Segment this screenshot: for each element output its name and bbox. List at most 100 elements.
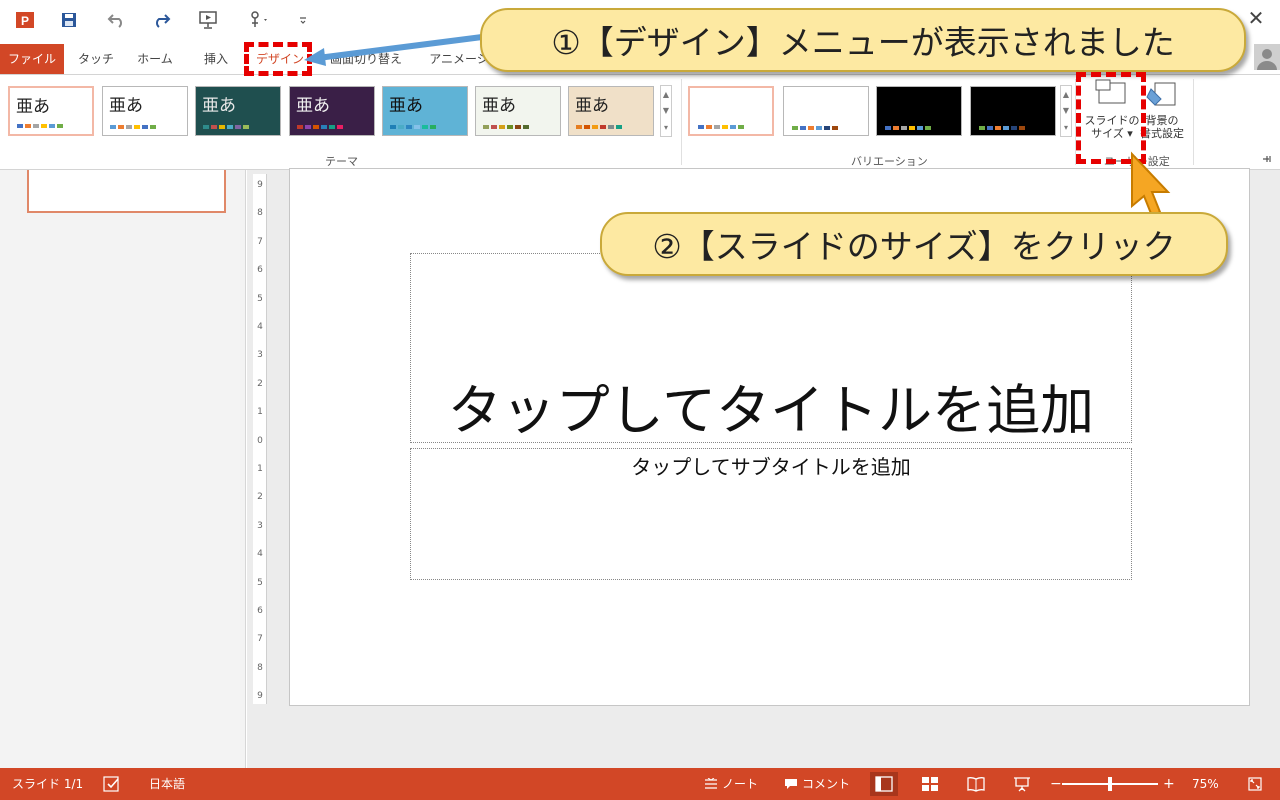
zoom-level[interactable]: 75%	[1192, 768, 1219, 800]
reading-view-button[interactable]	[962, 772, 990, 796]
variation-color-swatches	[792, 126, 838, 130]
variation-thumbnail[interactable]	[783, 86, 869, 136]
notes-icon	[705, 778, 717, 789]
theme-color-swatches	[17, 124, 63, 128]
theme-sample-text: 亜あ	[482, 96, 516, 116]
ruler-number: 7	[257, 236, 263, 247]
variation-color-swatches	[979, 126, 1025, 130]
variation-color-swatches	[698, 125, 744, 129]
theme-sample-text: 亜あ	[202, 96, 236, 116]
ruler-number: 6	[257, 265, 263, 276]
scroll-up-icon[interactable]: ▲	[1063, 90, 1069, 99]
notes-label: ノート	[722, 777, 759, 791]
subtitle-placeholder[interactable]: タップしてサブタイトルを追加	[410, 448, 1132, 580]
normal-view-button[interactable]	[870, 772, 898, 796]
undo-icon[interactable]	[104, 8, 130, 32]
spell-check-icon[interactable]	[102, 768, 122, 800]
zoom-slider[interactable]	[1062, 777, 1158, 791]
comments-button[interactable]: コメント	[784, 768, 850, 800]
ruler-number: 8	[257, 208, 263, 219]
comments-label: コメント	[802, 777, 851, 791]
theme-color-swatches	[203, 125, 249, 129]
group-separator	[681, 79, 682, 165]
variation-color-swatches	[885, 126, 931, 130]
themes-group-label: テーマ	[325, 155, 358, 168]
theme-sample-text: 亜あ	[389, 96, 423, 116]
theme-sample-text: 亜あ	[109, 96, 143, 116]
language-indicator[interactable]: 日本語	[149, 768, 185, 800]
ruler-number: 8	[257, 662, 263, 673]
powerpoint-logo-icon[interactable]: P	[12, 8, 38, 32]
ruler-number: 5	[257, 577, 263, 588]
comments-icon	[785, 779, 797, 789]
step2-callout: ②【スライドのサイズ】をクリック	[600, 212, 1228, 276]
pointer-arrow-icon	[304, 33, 491, 66]
ruler-number: 2	[257, 492, 263, 503]
theme-sample-text: 亜あ	[16, 97, 50, 117]
subtitle-placeholder-text: タップしてサブタイトルを追加	[631, 455, 911, 479]
ruler-number: 4	[257, 549, 263, 560]
ruler-number: 1	[257, 407, 263, 418]
theme-thumbnail[interactable]: 亜あ	[195, 86, 281, 136]
variations-scroll[interactable]: ▲ ▼ ▾	[1060, 85, 1072, 137]
ruler-number: 1	[257, 464, 263, 474]
theme-thumbnail[interactable]: 亜あ	[8, 86, 94, 136]
zoom-slider-thumb[interactable]	[1108, 777, 1112, 791]
title-placeholder[interactable]: タップしてタイトルを追加	[410, 253, 1132, 443]
themes-scroll[interactable]: ▲ ▼ ▾	[660, 85, 672, 137]
title-placeholder-text: タップしてタイトルを追加	[447, 379, 1095, 442]
customize-qat-icon[interactable]	[290, 8, 316, 32]
notes-button[interactable]: ノート	[704, 768, 758, 800]
ruler-number: 9	[257, 691, 263, 702]
reading-view-icon	[967, 777, 985, 792]
ruler-number: 9	[257, 180, 263, 190]
scroll-up-icon[interactable]: ▲	[663, 90, 669, 99]
theme-color-swatches	[390, 125, 436, 129]
slide-counter[interactable]: スライド 1/1	[12, 768, 83, 800]
scroll-down-icon[interactable]: ▼	[1063, 106, 1069, 115]
theme-thumbnail[interactable]: 亜あ	[568, 86, 654, 136]
format-background-icon	[1146, 82, 1176, 106]
theme-color-swatches	[576, 125, 622, 129]
user-avatar[interactable]	[1254, 44, 1280, 70]
slide-thumbnail[interactable]	[27, 170, 226, 213]
normal-view-icon	[875, 776, 893, 792]
start-slideshow-icon[interactable]	[196, 8, 222, 32]
variation-thumbnail[interactable]	[876, 86, 962, 136]
variations-group-label: バリエーション	[851, 155, 928, 168]
slideshow-view-button[interactable]	[1008, 772, 1036, 796]
tab-home[interactable]: ホーム	[132, 44, 178, 74]
slide-sorter-button[interactable]	[916, 772, 944, 796]
tab-file[interactable]: ファイル	[0, 44, 64, 74]
theme-thumbnail[interactable]: 亜あ	[475, 86, 561, 136]
redo-icon[interactable]	[148, 8, 174, 32]
theme-thumbnail[interactable]: 亜あ	[102, 86, 188, 136]
touch-mode-icon[interactable]	[246, 8, 272, 32]
ruler-number: 7	[257, 634, 263, 645]
ruler-number: 2	[257, 378, 263, 389]
ruler-number: 0	[257, 435, 263, 446]
pin-ribbon-icon[interactable]	[1262, 154, 1272, 167]
zoom-out-button[interactable]: −	[1050, 768, 1062, 800]
ruler-number: 5	[257, 293, 263, 304]
close-window-button[interactable]: ✕	[1244, 6, 1268, 30]
fit-to-window-button[interactable]	[1247, 768, 1263, 800]
status-bar: スライド 1/1 日本語 ノート コメント − + 75%	[0, 768, 1280, 800]
save-icon[interactable]	[56, 8, 82, 32]
step1-callout: ①【デザイン】メニューが表示されました	[480, 8, 1246, 72]
more-icon[interactable]: ▾	[664, 123, 668, 132]
tab-touch[interactable]: タッチ	[76, 44, 116, 74]
slideshow-view-icon	[1014, 777, 1030, 792]
variation-thumbnail[interactable]	[688, 86, 774, 136]
tab-insert[interactable]: 挿入	[196, 44, 236, 74]
group-separator	[1193, 79, 1194, 165]
theme-thumbnail[interactable]: 亜あ	[382, 86, 468, 136]
ruler-number: 6	[257, 606, 263, 616]
variation-thumbnail[interactable]	[970, 86, 1056, 136]
scroll-down-icon[interactable]: ▼	[663, 106, 669, 115]
zoom-in-button[interactable]: +	[1163, 768, 1175, 800]
theme-thumbnail[interactable]: 亜あ	[289, 86, 375, 136]
more-icon[interactable]: ▾	[1064, 123, 1068, 132]
slide-sorter-icon	[922, 777, 938, 791]
theme-sample-text: 亜あ	[575, 96, 609, 116]
